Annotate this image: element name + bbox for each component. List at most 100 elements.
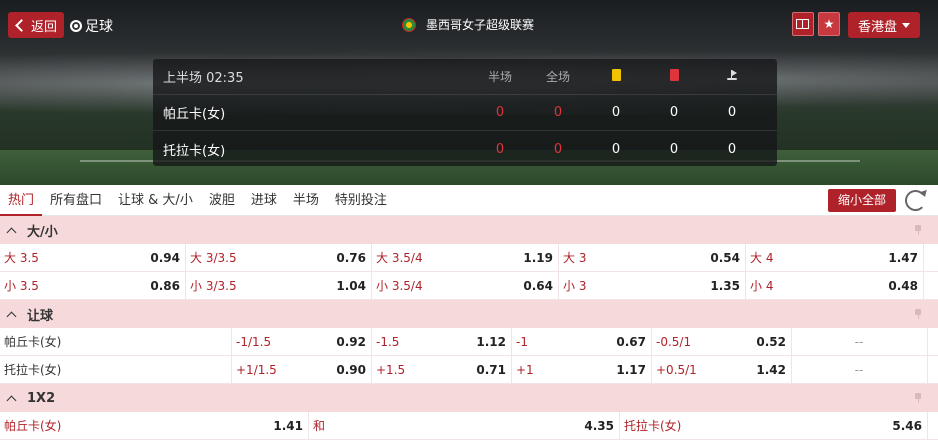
match-clock: 上半场 02:35: [163, 71, 244, 86]
odds-value: 0.48: [888, 278, 918, 293]
odds-value: 4.35: [584, 418, 614, 433]
odds-cell[interactable]: 小 3.5/4 0.64: [372, 272, 559, 299]
odds-label: 大 4: [750, 251, 774, 265]
odds-label: -1.5: [376, 334, 400, 349]
odds-label: 小 3.5/4: [376, 279, 423, 293]
team-row: 帕丘卡(女) 0 0 0 0 0: [153, 95, 777, 131]
handicap-row: 托拉卡(女) +1/1.5 0.90 +1.5 0.71 +1 1.17 +0.5/1…: [0, 356, 938, 384]
section-1x2[interactable]: 1X2: [0, 384, 938, 412]
tab-specials[interactable]: 特别投注: [327, 185, 395, 216]
odds-cell[interactable]: 大 3/3.5 0.76: [186, 244, 372, 271]
league-flag-icon: [402, 17, 416, 32]
scoreboard: 上半场 02:35 半场 全场 帕丘卡(女) 0 0 0 0 0 托拉卡(女) …: [153, 59, 777, 166]
odds-cell[interactable]: -1/1.5 0.92: [232, 328, 372, 355]
odds-value: 1.19: [523, 250, 553, 265]
odds-cell[interactable]: 小 4 0.48: [746, 272, 924, 299]
back-button[interactable]: 返回: [8, 12, 64, 38]
chevron-up-icon: [6, 311, 17, 321]
red-count: 0: [669, 141, 679, 157]
collapse-all-button[interactable]: 缩小全部: [827, 189, 896, 212]
empty-marker: --: [854, 362, 864, 377]
col-half: 半场: [487, 70, 512, 84]
odds-cell[interactable]: 帕丘卡(女) 1.41: [0, 412, 309, 439]
yellow-card-icon: [611, 69, 621, 81]
odds-cell[interactable]: -1 0.67: [512, 328, 652, 355]
odds-label: 小 4: [750, 279, 774, 293]
odds-value: 1.17: [616, 362, 646, 377]
odds-label: 大 3/3.5: [190, 251, 237, 265]
odds-label: +1.5: [376, 362, 406, 377]
section-handicap[interactable]: 让球: [0, 300, 938, 328]
odds-label: -1/1.5: [236, 334, 272, 349]
tab-all-markets[interactable]: 所有盘口: [42, 185, 110, 216]
odds-value: 1.04: [336, 278, 366, 293]
tab-hot[interactable]: 热门: [0, 185, 43, 216]
odds-format-select[interactable]: 香港盘: [847, 12, 920, 38]
col-red: [645, 69, 703, 84]
odds-cell[interactable]: 大 3.5 0.94: [0, 244, 186, 271]
odds-label: 帕丘卡(女): [4, 419, 62, 433]
odds-cell[interactable]: 大 4 1.47: [746, 244, 924, 271]
team-name: 帕丘卡(女): [4, 335, 62, 349]
live-screen-button[interactable]: [791, 12, 814, 36]
match-header: 返回 足球 墨西哥女子超级联赛 ★ 香港盘 上半场 02:35 半场 全场 帕丘…: [0, 0, 938, 185]
odds-value: 0.94: [150, 250, 180, 265]
favorite-button[interactable]: ★: [817, 12, 840, 36]
odds-value: 0.54: [710, 250, 740, 265]
section-title: 1X2: [27, 390, 56, 406]
ou-over-row: 大 3.5 0.94 大 3/3.5 0.76 大 3.5/4 1.19 大 3 0.5…: [0, 244, 938, 272]
corner-count: 0: [727, 105, 737, 120]
odds-cell[interactable]: 大 3.5/4 1.19: [372, 244, 559, 271]
odds-label: 小 3/3.5: [190, 279, 237, 293]
odds-label: -1: [516, 334, 528, 349]
odds-cell[interactable]: +1 1.17: [512, 356, 652, 383]
odds-cell[interactable]: 小 3 1.35: [559, 272, 746, 299]
odds-value: 0.92: [336, 334, 366, 349]
odds-cell[interactable]: 小 3.5 0.86: [0, 272, 186, 299]
odds-cell[interactable]: 和 4.35: [309, 412, 620, 439]
ou-under-row: 小 3.5 0.86 小 3/3.5 1.04 小 3.5/4 0.64 小 3 1.3…: [0, 272, 938, 300]
back-label: 返回: [31, 19, 58, 35]
odds-value: 0.52: [756, 334, 786, 349]
odds-cell[interactable]: +1.5 0.71: [372, 356, 512, 383]
star-icon: ★: [823, 17, 835, 31]
odds-value: 1.47: [888, 250, 918, 265]
team-cell: 托拉卡(女): [0, 356, 232, 383]
col-yellow: [587, 69, 645, 84]
team-name: 帕丘卡(女): [163, 107, 226, 122]
section-title: 大/小: [27, 224, 58, 240]
section-over-under[interactable]: 大/小: [0, 216, 938, 244]
corner-count: 0: [727, 141, 737, 157]
odds-cell[interactable]: +0.5/1 1.42: [652, 356, 792, 383]
full-score: 0: [553, 105, 563, 120]
tab-goals[interactable]: 进球: [243, 185, 285, 216]
col-full: 全场: [545, 70, 570, 84]
odds-label: 小 3: [563, 279, 587, 293]
league-title: 墨西哥女子超级联赛: [402, 16, 534, 33]
team-row: 托拉卡(女) 0 0 0 0 0: [153, 131, 777, 167]
odds-cell[interactable]: -0.5/1 0.52: [652, 328, 792, 355]
tab-correct-score[interactable]: 波胆: [201, 185, 243, 216]
odds-label: 托拉卡(女): [624, 419, 682, 433]
team-name: 托拉卡(女): [163, 143, 226, 159]
odds-cell[interactable]: 托拉卡(女) 5.46: [620, 412, 928, 439]
corner-flag-icon: [726, 69, 738, 81]
refresh-icon[interactable]: [905, 190, 926, 211]
odds-label: +1/1.5: [236, 362, 277, 377]
odds-cell[interactable]: +1/1.5 0.90: [232, 356, 372, 383]
odds-cell[interactable]: 大 3 0.54: [559, 244, 746, 271]
sport-label: 足球: [85, 19, 113, 35]
odds-value: 1.42: [756, 362, 786, 377]
odds-cell[interactable]: -1.5 1.12: [372, 328, 512, 355]
odds-value: 5.46: [892, 418, 922, 433]
pin-icon[interactable]: [914, 393, 922, 403]
tab-handicap-ou[interactable]: 让球 & 大/小: [110, 185, 201, 216]
pin-icon[interactable]: [914, 309, 922, 319]
screen-icon: [796, 19, 810, 29]
soccer-ball-icon: [70, 20, 82, 32]
tab-half[interactable]: 半场: [285, 185, 327, 216]
odds-cell[interactable]: 小 3/3.5 1.04: [186, 272, 372, 299]
col-corner: [703, 69, 761, 84]
pin-icon[interactable]: [914, 225, 922, 235]
team-cell: 帕丘卡(女): [0, 328, 232, 355]
